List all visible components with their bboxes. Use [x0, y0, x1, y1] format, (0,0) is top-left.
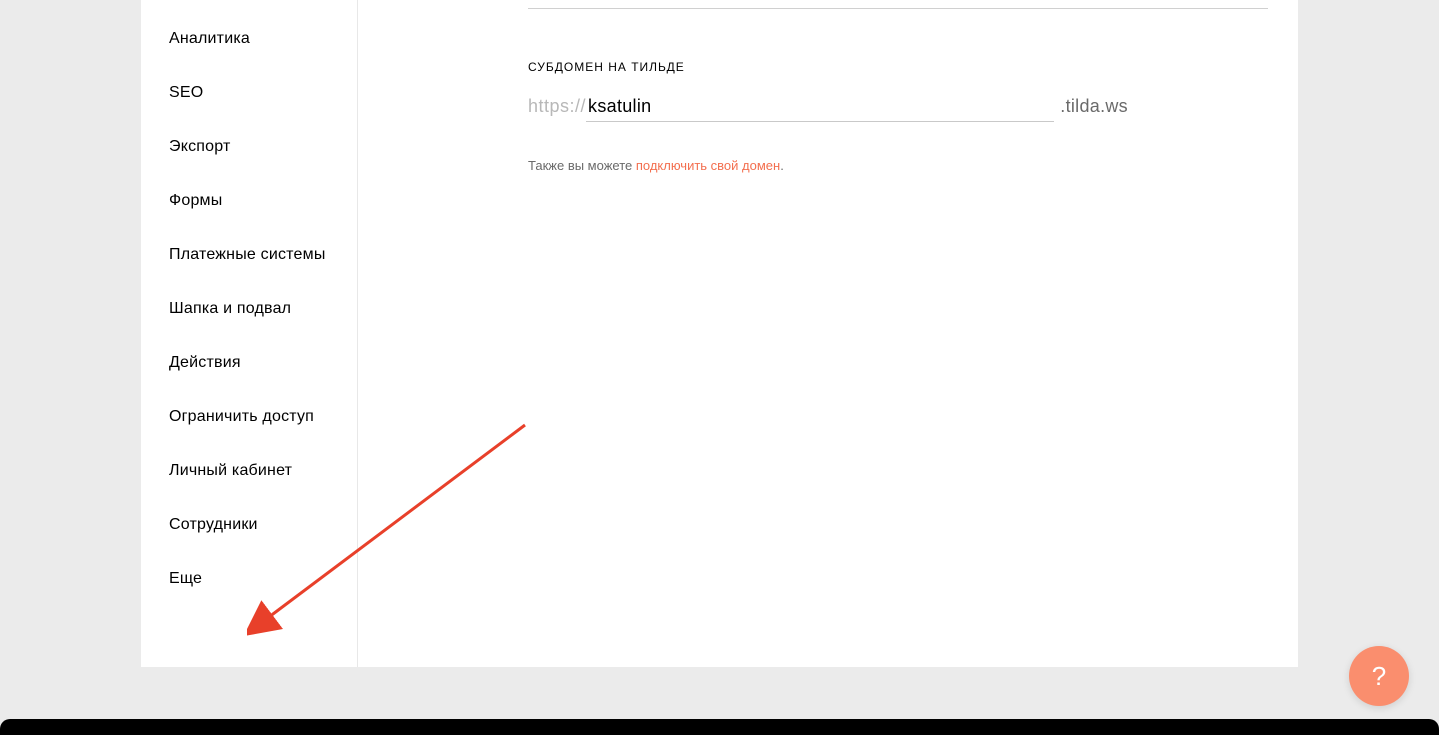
help-button[interactable]: ? — [1349, 646, 1409, 706]
sidebar-item-label: Действия — [169, 354, 241, 371]
sidebar-item-more[interactable]: Еще — [141, 552, 357, 606]
subdomain-prefix: https:// — [528, 96, 586, 117]
sidebar-item-label: Сотрудники — [169, 516, 258, 533]
connect-domain-link[interactable]: подключить свой домен — [636, 158, 780, 173]
settings-content: СУБДОМЕН НА ТИЛЬДЕ https:// .tilda.ws Та… — [358, 0, 1298, 667]
bottom-bar — [0, 719, 1439, 735]
sidebar-item-label: Ограничить доступ — [169, 408, 314, 425]
helper-text: Также вы можете подключить свой домен. — [528, 158, 1128, 173]
settings-sidebar: Аналитика SEO Экспорт Формы Платежные си… — [141, 0, 358, 667]
sidebar-item-collaborators[interactable]: Сотрудники — [141, 498, 357, 552]
subdomain-input[interactable] — [586, 92, 1054, 122]
sidebar-item-label: Аналитика — [169, 30, 250, 47]
sidebar-item-actions[interactable]: Действия — [141, 336, 357, 390]
subdomain-row: https:// .tilda.ws — [528, 92, 1128, 122]
help-icon: ? — [1372, 661, 1386, 692]
sidebar-item-restrict-access[interactable]: Ограничить доступ — [141, 390, 357, 444]
sidebar-item-seo[interactable]: SEO — [141, 66, 357, 120]
helper-text-prefix: Также вы можете — [528, 158, 636, 173]
settings-panel: Аналитика SEO Экспорт Формы Платежные си… — [141, 0, 1298, 667]
sidebar-item-payments[interactable]: Платежные системы — [141, 228, 357, 282]
sidebar-item-label: Платежные системы — [169, 246, 326, 263]
subdomain-label: СУБДОМЕН НА ТИЛЬДЕ — [528, 60, 1128, 74]
sidebar-item-header-footer[interactable]: Шапка и подвал — [141, 282, 357, 336]
sidebar-item-export[interactable]: Экспорт — [141, 120, 357, 174]
helper-text-suffix: . — [780, 158, 784, 173]
sidebar-item-forms[interactable]: Формы — [141, 174, 357, 228]
sidebar-item-label: Шапка и подвал — [169, 300, 291, 317]
sidebar-item-label: Формы — [169, 192, 222, 209]
sidebar-item-account[interactable]: Личный кабинет — [141, 444, 357, 498]
sidebar-item-analytics[interactable]: Аналитика — [141, 12, 357, 66]
sidebar-item-label: Экспорт — [169, 138, 231, 155]
sidebar-item-label: Личный кабинет — [169, 462, 292, 479]
sidebar-item-label: SEO — [169, 84, 203, 101]
sidebar-item-label: Еще — [169, 570, 202, 587]
subdomain-suffix: .tilda.ws — [1060, 96, 1128, 117]
subdomain-section: СУБДОМЕН НА ТИЛЬДЕ https:// .tilda.ws Та… — [528, 60, 1128, 173]
divider — [528, 8, 1268, 9]
